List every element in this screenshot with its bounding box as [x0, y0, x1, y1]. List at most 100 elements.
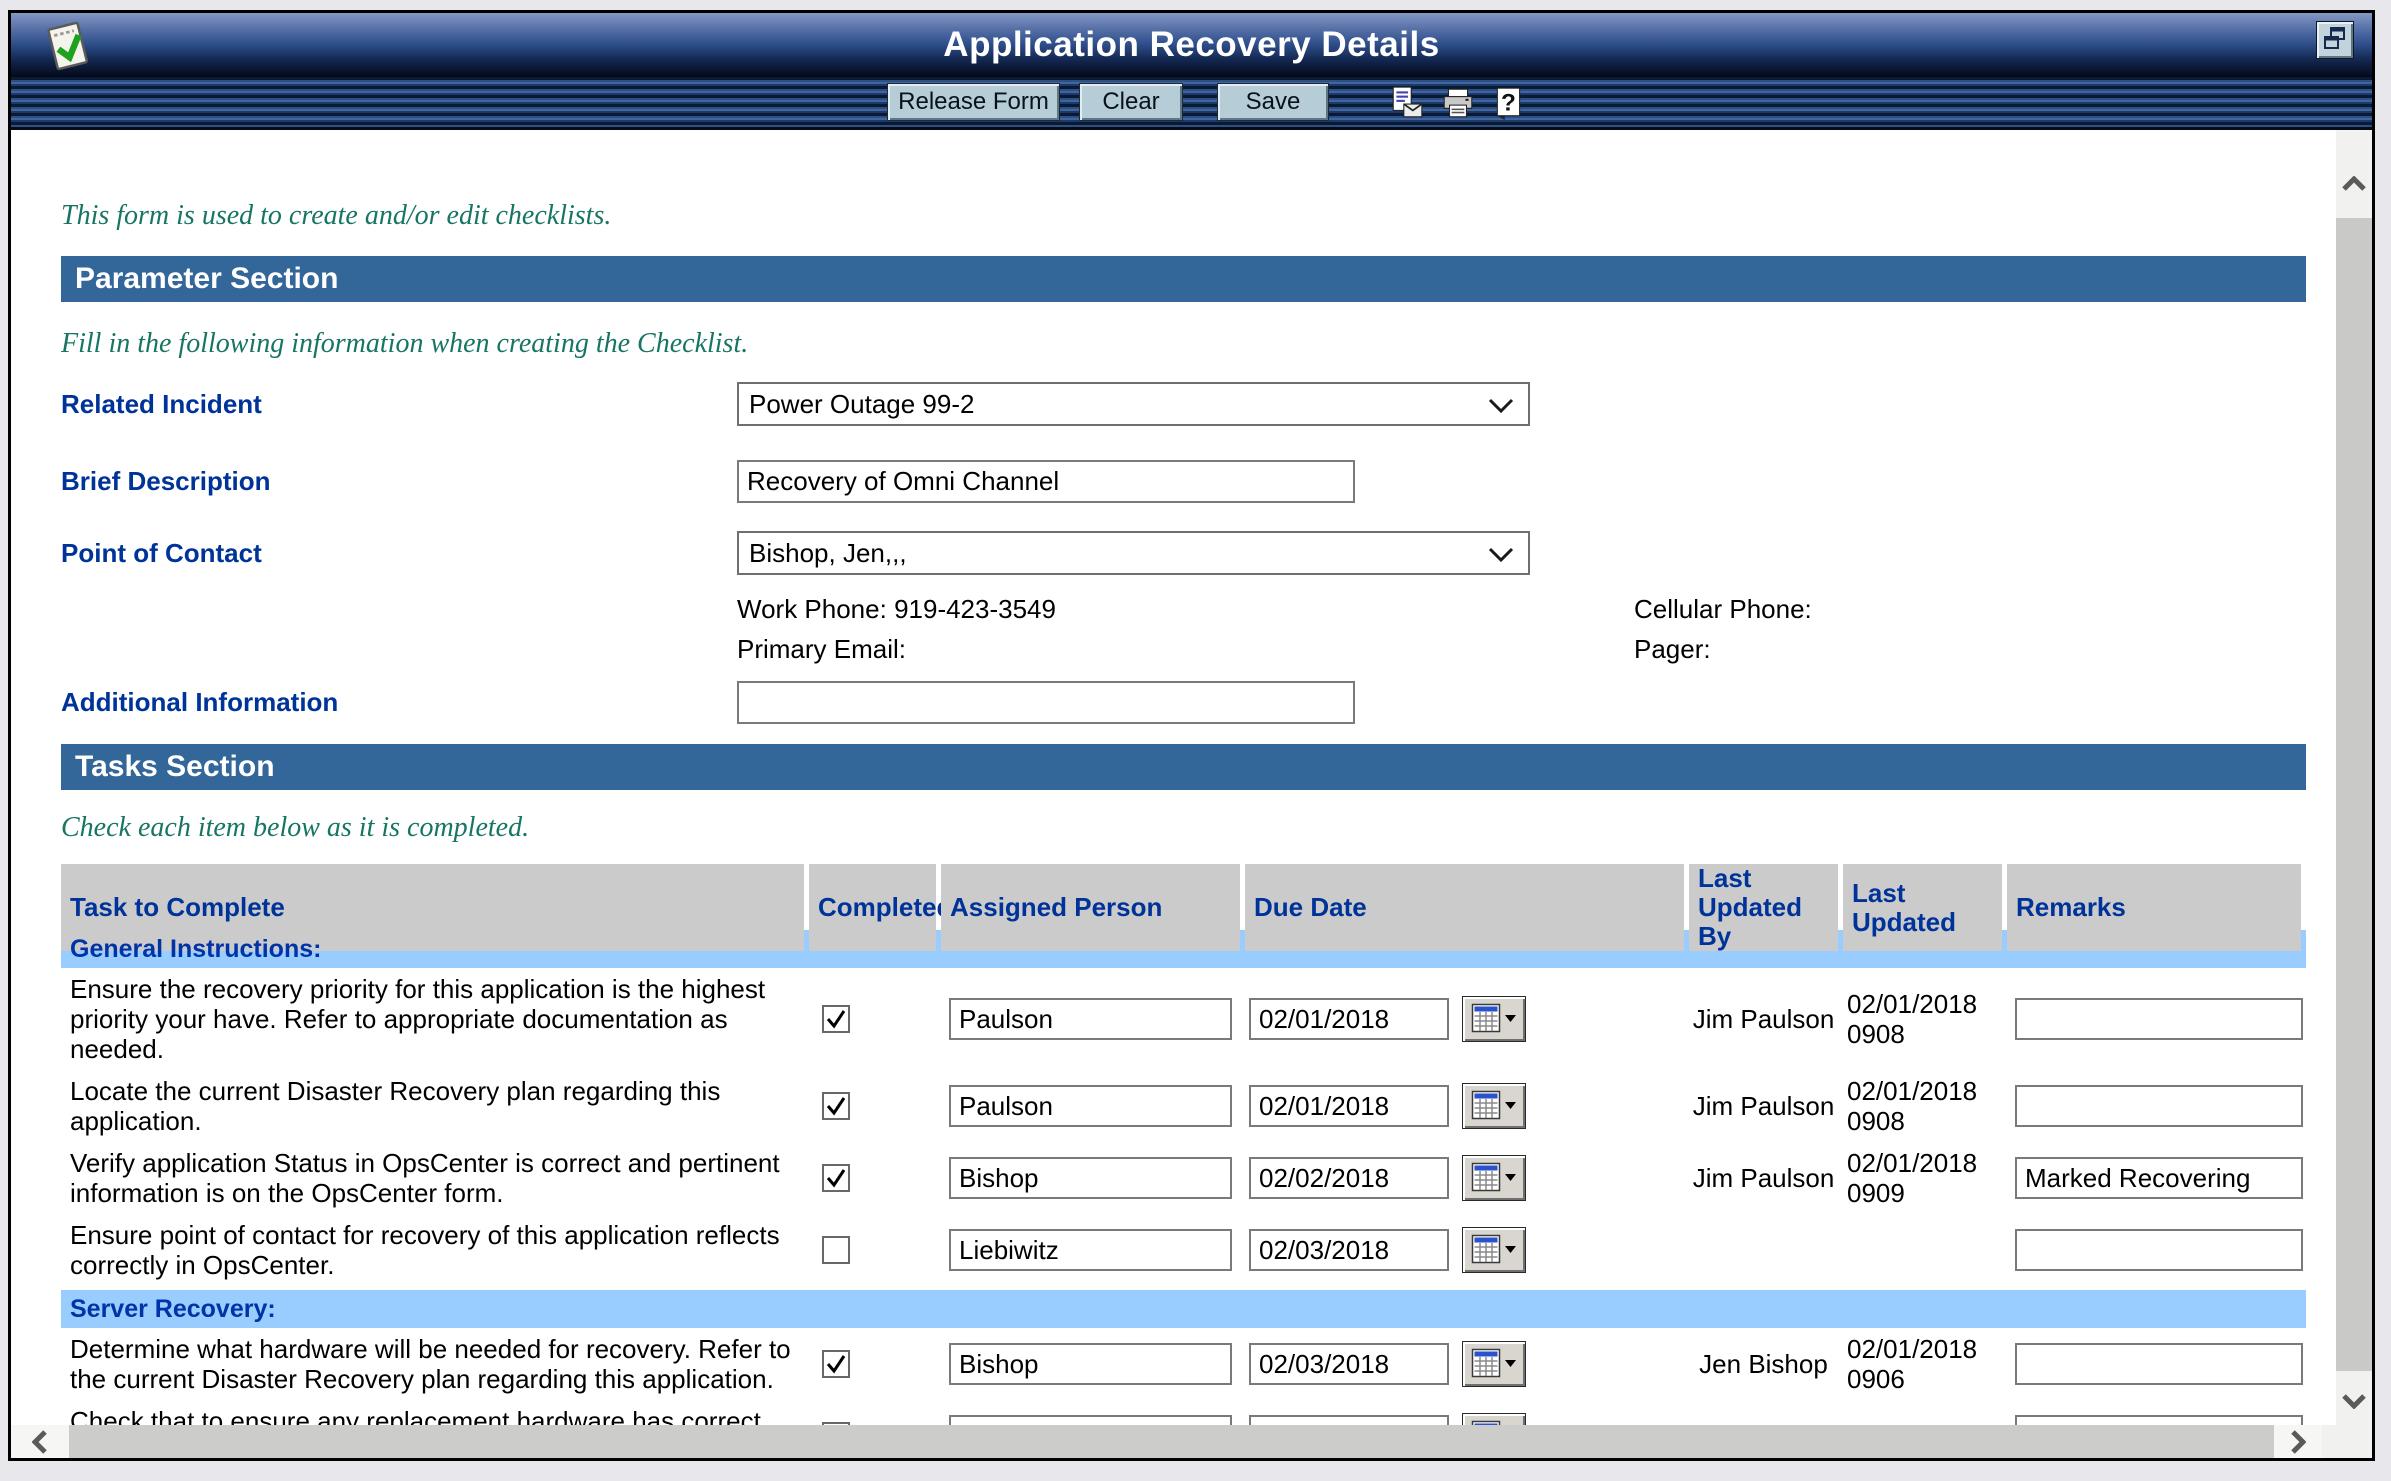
release-form-button[interactable]: Release Form	[887, 83, 1060, 121]
form-purpose-note: This form is used to create and/or edit …	[61, 200, 2336, 232]
remarks-input[interactable]	[2015, 1157, 2303, 1199]
calendar-picker-button[interactable]	[1462, 1083, 1526, 1129]
task-row: Locate the current Disaster Recovery pla…	[61, 1070, 2306, 1142]
completed-checkbox[interactable]	[822, 1350, 850, 1378]
table-cell	[1245, 996, 1684, 1042]
scroll-right-icon[interactable]	[2274, 1425, 2322, 1458]
task-row: Ensure the recovery priority for this ap…	[61, 968, 2306, 1070]
assigned-person-input[interactable]	[949, 998, 1232, 1040]
table-cell	[941, 1343, 1240, 1385]
task-row: Check that to ensure any replacement har…	[61, 1400, 2306, 1425]
parameter-section-header: Parameter Section	[61, 256, 2306, 302]
calendar-icon	[1471, 1161, 1517, 1196]
due-date-input[interactable]	[1249, 1085, 1449, 1127]
task-text: Locate the current Disaster Recovery pla…	[61, 1070, 804, 1142]
calendar-icon	[1471, 1347, 1517, 1382]
due-date-input[interactable]	[1249, 998, 1449, 1040]
calendar-picker-button[interactable]	[1462, 1155, 1526, 1201]
table-cell	[2007, 1415, 2301, 1425]
remarks-input[interactable]	[2015, 1229, 2303, 1271]
help-icon[interactable]: ?	[1491, 85, 1527, 121]
vertical-scrollbar-thumb[interactable]	[2336, 218, 2372, 1371]
cellular-phone-text: Cellular Phone:	[1634, 591, 2336, 627]
remarks-input[interactable]	[2015, 1415, 2303, 1425]
calendar-icon	[1471, 1089, 1517, 1124]
table-cell	[1245, 1413, 1684, 1425]
restore-window-icon	[2320, 42, 2350, 57]
remarks-input[interactable]	[2015, 998, 2303, 1040]
table-cell	[2007, 998, 2301, 1040]
dropdown-chevron-icon	[1488, 538, 1514, 569]
due-date-input[interactable]	[1249, 1343, 1449, 1385]
last-updated-by-text: Jim Paulson	[1689, 1091, 1838, 1122]
last-updated-text: 02/01/2018 0908	[1843, 1076, 2002, 1136]
completed-checkbox[interactable]	[822, 1236, 850, 1264]
calendar-picker-button[interactable]	[1462, 996, 1526, 1042]
task-text: Ensure the recovery priority for this ap…	[61, 968, 804, 1070]
table-cell	[1245, 1083, 1684, 1129]
task-row: Verify application Status in OpsCenter i…	[61, 1142, 2306, 1214]
print-icon[interactable]	[1440, 85, 1476, 121]
svg-text:?: ?	[1501, 89, 1516, 116]
dropdown-chevron-icon	[1488, 389, 1514, 420]
point-of-contact-select[interactable]: Bishop, Jen,,,	[737, 531, 1530, 575]
assigned-person-input[interactable]	[949, 1415, 1232, 1425]
related-incident-select[interactable]: Power Outage 99-2	[737, 382, 1530, 426]
calendar-icon	[1471, 1002, 1517, 1037]
calendar-picker-button[interactable]	[1462, 1413, 1526, 1425]
horizontal-scrollbar-thumb[interactable]	[69, 1425, 2274, 1458]
tasks-section-header: Tasks Section	[61, 744, 2306, 790]
scroll-left-icon[interactable]	[11, 1425, 69, 1458]
clear-button[interactable]: Clear	[1079, 83, 1183, 121]
table-cell	[2007, 1157, 2301, 1199]
task-text: Determine what hardware will be needed f…	[61, 1328, 804, 1400]
completed-checkbox[interactable]	[822, 1005, 850, 1033]
last-updated-text: 02/01/2018 0909	[1843, 1148, 2002, 1208]
vertical-scrollbar[interactable]	[2336, 130, 2372, 1425]
due-date-input[interactable]	[1249, 1229, 1449, 1271]
calendar-icon	[1471, 1233, 1517, 1268]
completed-checkbox[interactable]	[822, 1092, 850, 1120]
calendar-picker-button[interactable]	[1462, 1341, 1526, 1387]
tasks-section-title: Tasks Section	[75, 750, 275, 784]
send-document-icon[interactable]	[1389, 85, 1425, 121]
task-text: Check that to ensure any replacement har…	[61, 1400, 804, 1425]
restore-window-button[interactable]	[2316, 21, 2354, 59]
parameter-section-title: Parameter Section	[75, 262, 338, 296]
remarks-input[interactable]	[2015, 1085, 2303, 1127]
table-cell	[809, 1350, 936, 1378]
due-date-input[interactable]	[1249, 1157, 1449, 1199]
titlebar: Application Recovery Details	[11, 13, 2372, 77]
tasks-table-header: Task to Complete Completed Assigned Pers…	[61, 864, 2306, 926]
horizontal-scrollbar[interactable]	[11, 1425, 2372, 1458]
form-scroll-area: This form is used to create and/or edit …	[11, 130, 2336, 1425]
table-cell	[941, 998, 1240, 1040]
assigned-person-input[interactable]	[949, 1343, 1232, 1385]
table-cell	[941, 1157, 1240, 1199]
scrollbar-corner	[2322, 1425, 2372, 1458]
column-header-last-updated: Last Updated	[1843, 864, 2002, 951]
table-cell	[809, 1236, 936, 1264]
tasks-section-note: Check each item below as it is completed…	[61, 812, 2336, 844]
table-cell	[2007, 1229, 2301, 1271]
brief-description-input[interactable]	[737, 460, 1355, 503]
additional-information-input[interactable]	[737, 681, 1355, 724]
table-cell	[1245, 1227, 1684, 1273]
remarks-input[interactable]	[2015, 1343, 2303, 1385]
point-of-contact-value: Bishop, Jen,,,	[749, 538, 907, 569]
last-updated-text: 02/01/2018 0908	[1843, 989, 2002, 1049]
contact-info: Work Phone: 919-423-3549 Cellular Phone:…	[737, 591, 2336, 667]
related-incident-value: Power Outage 99-2	[749, 389, 974, 420]
toolbar-icons: ?	[1389, 85, 1527, 121]
scroll-down-icon[interactable]	[2336, 1379, 2372, 1423]
assigned-person-input[interactable]	[949, 1229, 1232, 1271]
toolbar: Release Form Clear Save	[11, 77, 2372, 130]
table-cell	[2007, 1343, 2301, 1385]
assigned-person-input[interactable]	[949, 1085, 1232, 1127]
due-date-input[interactable]	[1249, 1415, 1449, 1425]
completed-checkbox[interactable]	[822, 1164, 850, 1192]
calendar-picker-button[interactable]	[1462, 1227, 1526, 1273]
save-button[interactable]: Save	[1217, 83, 1329, 121]
assigned-person-input[interactable]	[949, 1157, 1232, 1199]
scroll-up-icon[interactable]	[2336, 162, 2372, 206]
